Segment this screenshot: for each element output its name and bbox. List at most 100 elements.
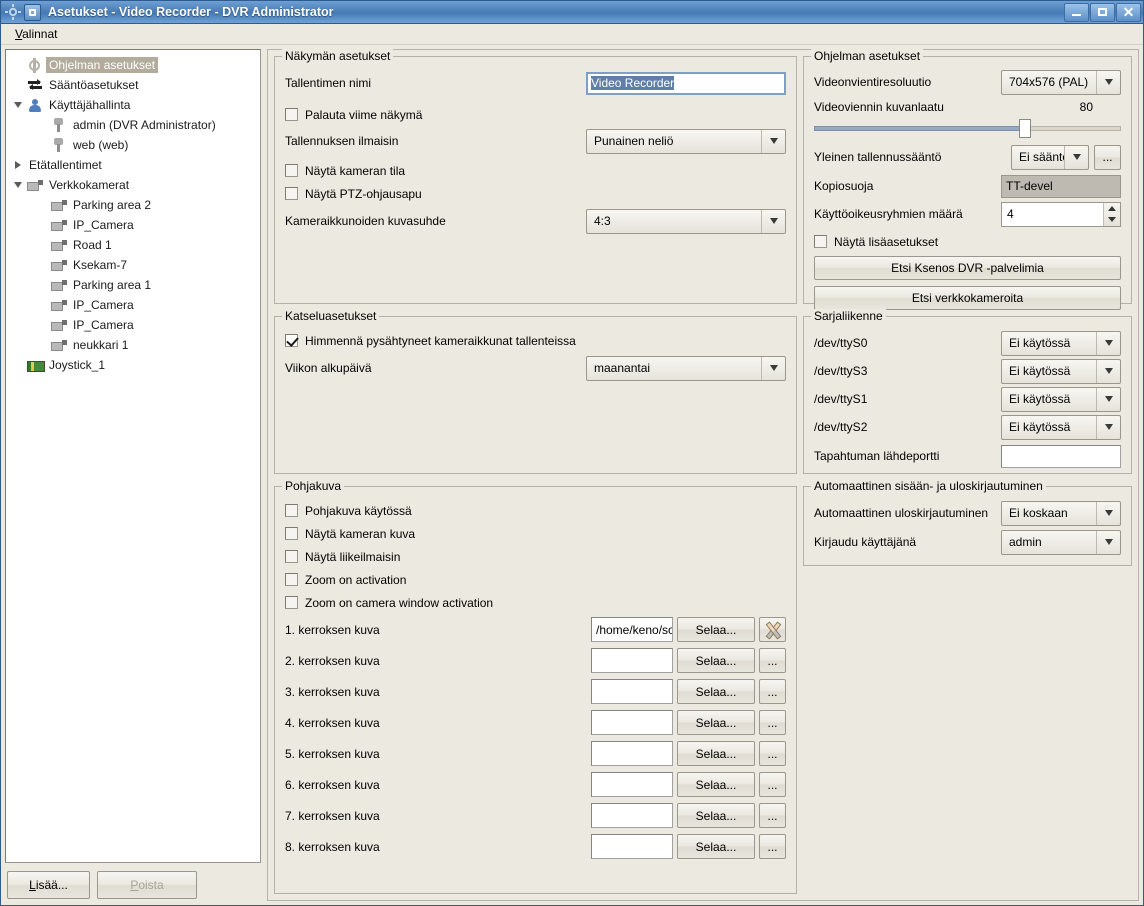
viewing-settings-title: Katseluasetukset <box>282 309 380 323</box>
copy-protection-label: Kopiosuoja <box>814 179 874 193</box>
floorplan-more-button[interactable]: ... <box>759 679 786 704</box>
floorplan-browse-button[interactable]: Selaa... <box>677 648 755 673</box>
show-camera-state-checkbox[interactable] <box>285 164 298 177</box>
chevron-down-icon <box>761 209 785 233</box>
export-quality-slider[interactable] <box>814 119 1121 138</box>
floorplan-more-button[interactable]: ... <box>759 710 786 735</box>
settings-tree[interactable]: Ohjelman asetukset Sääntöasetukset Käyttäj… <box>5 49 261 863</box>
week-start-combo[interactable]: maanantai <box>586 355 786 381</box>
floorplan-path-input[interactable] <box>591 772 673 797</box>
floorplan-path-input[interactable] <box>591 679 673 704</box>
floorplan-more-button[interactable]: ... <box>759 741 786 766</box>
restore-last-view-checkbox[interactable] <box>285 108 298 121</box>
floorplan-browse-button[interactable]: Selaa... <box>677 679 755 704</box>
tree-item-parking-area-1[interactable]: Parking area 1 <box>6 275 260 295</box>
serial-port-combo[interactable]: Ei käytössä <box>1001 358 1121 384</box>
tree-item-admin-dvr-administrator[interactable]: admin (DVR Administrator) <box>6 115 260 135</box>
floorplan-checkbox-1[interactable] <box>285 504 298 517</box>
tree-item-ohjelman-asetukset[interactable]: Ohjelman asetukset <box>6 55 260 75</box>
tree-item-s-nt-asetukset[interactable]: Sääntöasetukset <box>6 75 260 95</box>
floorplan-path-input[interactable]: /home/keno/sot <box>591 617 673 642</box>
menu-valinnat[interactable]: Valinnat <box>9 25 64 43</box>
dim-stopped-checkbox[interactable] <box>285 334 298 347</box>
floorplan-browse-button[interactable]: Selaa... <box>677 617 755 642</box>
serial-group: Sarjaliikenne /dev/ttyS0 Ei käytössä/dev/… <box>803 309 1132 474</box>
floorplan-row-label: 1. kerroksen kuva <box>285 622 380 637</box>
show-ptz-help-checkbox[interactable] <box>285 187 298 200</box>
recording-indicator-combo[interactable]: Punainen neliö <box>586 128 786 154</box>
tree-item-et-tallentimet[interactable]: Etätallentimet <box>6 155 260 175</box>
tree-item-label: Parking area 1 <box>73 278 152 292</box>
clear-floorplan-button[interactable] <box>759 617 786 642</box>
camera-icon <box>50 319 67 331</box>
tree-item-ksekam-7[interactable]: Ksekam-7 <box>6 255 260 275</box>
tree-item-parking-area-2[interactable]: Parking area 2 <box>6 195 260 215</box>
close-button[interactable]: ✕ <box>1116 2 1141 22</box>
floorplan-checkbox-3[interactable] <box>285 550 298 563</box>
add-button[interactable]: Lisää... <box>7 871 90 899</box>
floorplan-checkbox-2[interactable] <box>285 527 298 540</box>
chevron-down-icon <box>1064 145 1088 169</box>
floorplan-checkbox-row: Näytä kameran kuva <box>285 522 786 545</box>
floorplan-checkbox-row: Zoom on activation <box>285 568 786 591</box>
floorplan-more-button[interactable]: ... <box>759 803 786 828</box>
tree-item-label: Verkkokamerat <box>49 178 130 192</box>
tree-item-k-ytt-j-hallinta[interactable]: Käyttäjähallinta <box>6 95 260 115</box>
floorplan-more-button[interactable]: ... <box>759 772 786 797</box>
auto-logout-combo[interactable]: Ei koskaan <box>1001 500 1121 526</box>
tree-item-road-1[interactable]: Road 1 <box>6 235 260 255</box>
general-rule-more-button[interactable]: ... <box>1094 144 1121 170</box>
floorplan-browse-button[interactable]: Selaa... <box>677 710 755 735</box>
export-resolution-combo[interactable]: 704x576 (PAL) <box>1001 69 1121 95</box>
tree-twisty[interactable] <box>10 182 26 188</box>
tree-item-ip-camera[interactable]: IP_Camera <box>6 295 260 315</box>
tree-twisty[interactable] <box>10 102 26 108</box>
floorplan-more-button[interactable]: ... <box>759 648 786 673</box>
floorplan-path-input[interactable] <box>591 741 673 766</box>
delete-button[interactable]: Poista <box>97 871 197 899</box>
slider-thumb[interactable] <box>1019 119 1032 138</box>
floorplan-browse-button[interactable]: Selaa... <box>677 834 755 859</box>
floorplan-path-input[interactable] <box>591 834 673 859</box>
show-advanced-label: Näytä lisäasetukset <box>834 234 939 249</box>
stepper-down-icon[interactable] <box>1104 214 1120 226</box>
tree-item-label: web (web) <box>73 138 129 152</box>
floorplan-checkbox-4[interactable] <box>285 573 298 586</box>
floorplan-browse-button[interactable]: Selaa... <box>677 803 755 828</box>
stepper-up-icon[interactable] <box>1104 203 1120 215</box>
floorplan-path-input[interactable] <box>591 803 673 828</box>
minimize-button[interactable] <box>1064 2 1089 22</box>
aspect-ratio-combo[interactable]: 4:3 <box>586 208 786 234</box>
title-bar: Asetukset - Video Recorder - DVR Adminis… <box>1 1 1143 24</box>
event-source-input[interactable] <box>1001 444 1121 468</box>
floorplan-more-button[interactable]: ... <box>759 834 786 859</box>
tree-item-web-web[interactable]: web (web) <box>6 135 260 155</box>
floorplan-path-input[interactable] <box>591 710 673 735</box>
tree-item-verkkokamerat[interactable]: Verkkokamerat <box>6 175 260 195</box>
tree-item-joystick-1[interactable]: Joystick_1 <box>6 355 260 375</box>
recorder-name-input[interactable]: Video Recorder <box>586 71 786 95</box>
serial-port-combo[interactable]: Ei käytössä <box>1001 414 1121 440</box>
find-cameras-button[interactable]: Etsi verkkokameroita <box>814 286 1121 310</box>
serial-port-row-2: /dev/ttyS3 Ei käytössä <box>814 357 1121 385</box>
chevron-down-icon <box>1096 70 1120 94</box>
show-advanced-checkbox[interactable] <box>814 235 827 248</box>
find-servers-button[interactable]: Etsi Ksenos DVR -palvelimia <box>814 256 1121 280</box>
serial-port-combo[interactable]: Ei käytössä <box>1001 330 1121 356</box>
tree-item-ip-camera[interactable]: IP_Camera <box>6 215 260 235</box>
maximize-button[interactable] <box>1090 2 1115 22</box>
serial-port-value: Ei käytössä <box>1009 336 1071 350</box>
stepper-arrows[interactable] <box>1103 202 1120 226</box>
tree-twisty[interactable] <box>10 161 26 169</box>
serial-port-combo[interactable]: Ei käytössä <box>1001 386 1121 412</box>
floorplan-browse-button[interactable]: Selaa... <box>677 741 755 766</box>
copy-protection-value: TT-devel <box>1001 174 1121 198</box>
floorplan-checkbox-5[interactable] <box>285 596 298 609</box>
tree-item-neukkari-1[interactable]: neukkari 1 <box>6 335 260 355</box>
general-rule-combo[interactable]: Ei sääntöä <box>1011 144 1089 170</box>
login-as-combo[interactable]: admin <box>1001 529 1121 555</box>
tree-item-ip-camera[interactable]: IP_Camera <box>6 315 260 335</box>
floorplan-browse-button[interactable]: Selaa... <box>677 772 755 797</box>
floorplan-path-input[interactable] <box>591 648 673 673</box>
permission-groups-stepper[interactable]: 4 <box>1001 201 1121 227</box>
